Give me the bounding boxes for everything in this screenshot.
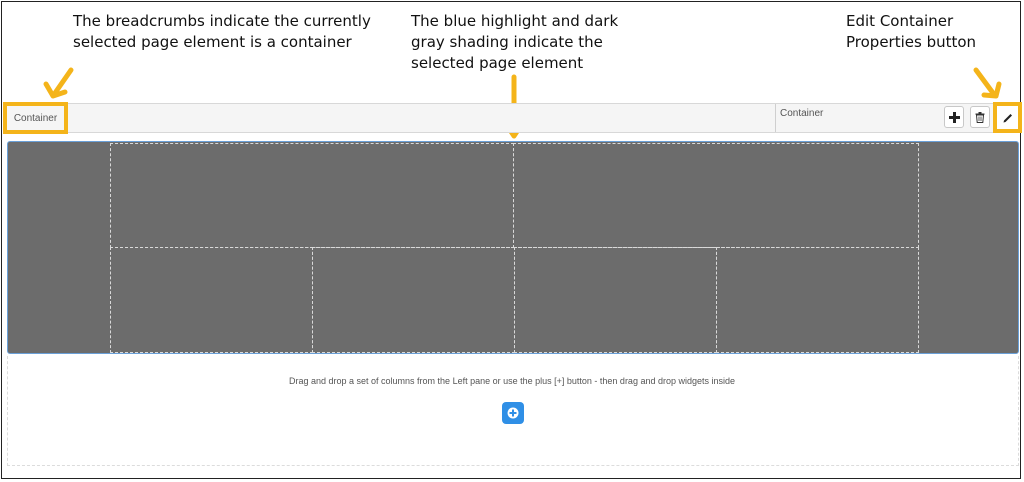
column-row2-col3[interactable] xyxy=(514,247,717,353)
element-toolbar xyxy=(3,103,1019,133)
column-row2-col1[interactable] xyxy=(110,247,313,353)
delete-button[interactable] xyxy=(970,106,990,128)
selected-element-label: Container xyxy=(780,108,824,119)
selected-container[interactable] xyxy=(7,141,1019,354)
add-columns-button[interactable] xyxy=(502,402,524,424)
toolbar-divider xyxy=(775,104,776,132)
arrow-to-breadcrumb xyxy=(43,67,74,99)
column-row2-col2[interactable] xyxy=(312,247,515,353)
arrow-to-edit-button xyxy=(973,67,1002,99)
add-button[interactable] xyxy=(944,106,964,128)
plus-icon xyxy=(948,111,960,123)
trash-icon xyxy=(975,111,985,123)
breadcrumb-item-container[interactable]: Container xyxy=(14,113,57,124)
column-row1-col2[interactable] xyxy=(513,143,919,248)
column-row2-col4[interactable] xyxy=(716,247,919,353)
drop-zone-hint: Drag and drop a set of columns from the … xyxy=(288,376,736,386)
plus-circle-icon xyxy=(507,407,519,419)
column-row1-col1[interactable] xyxy=(110,143,514,248)
breadcrumb[interactable]: Container xyxy=(3,102,68,134)
edit-container-properties-button[interactable] xyxy=(993,102,1022,133)
pencil-icon xyxy=(1003,113,1012,122)
